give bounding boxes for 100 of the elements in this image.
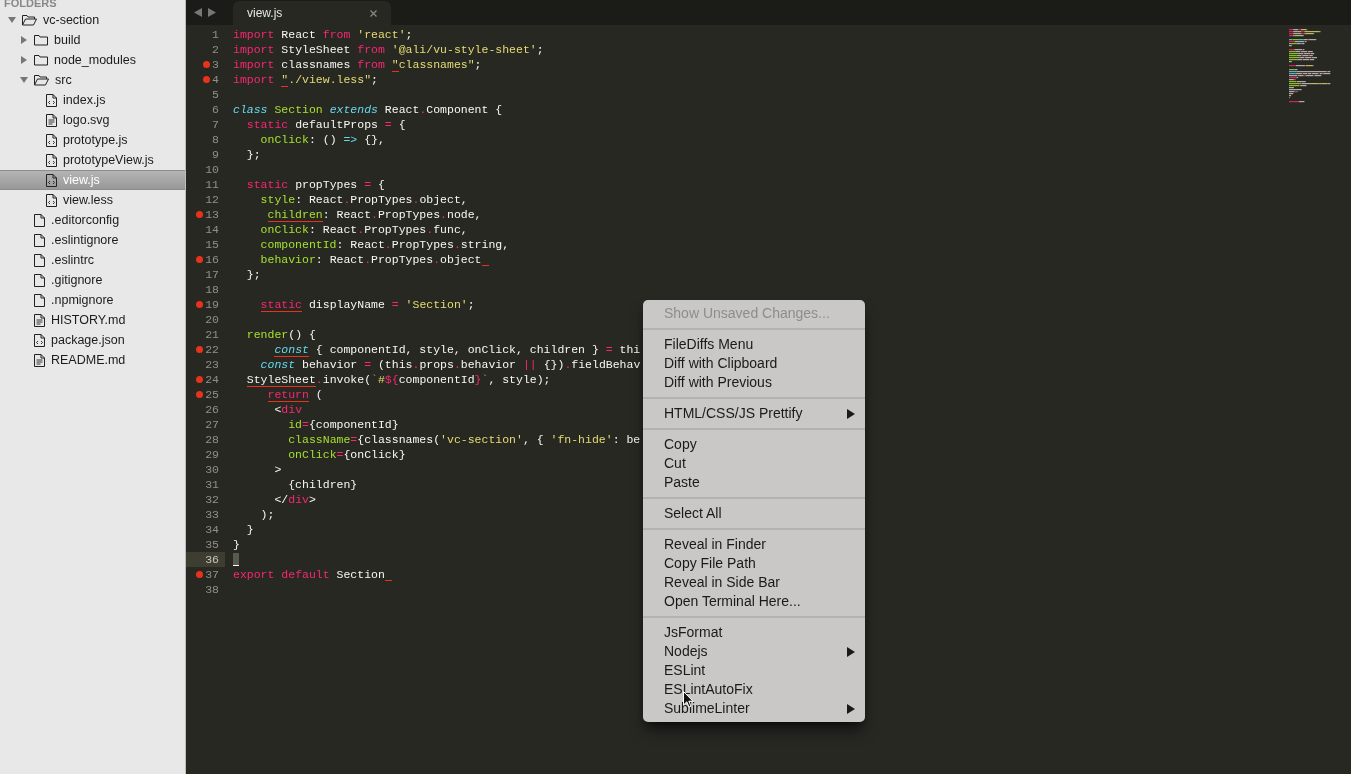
code-line: render() { — [245, 327, 316, 342]
collapsed-arrow-icon[interactable] — [20, 56, 28, 64]
code-line: const behavior = (this.props.behavior || {}).fieldBehav — [259, 357, 641, 372]
code-line: style: React.PropTypes.object, — [259, 192, 468, 207]
line-number: 15 — [205, 237, 219, 252]
file-item[interactable]: .eslintrc — [0, 250, 185, 270]
menu-item[interactable]: Select All — [643, 504, 865, 523]
file-icon — [34, 213, 45, 227]
file-item[interactable]: .gitignore — [0, 270, 185, 290]
code-line: children: React.PropTypes.node, — [266, 207, 482, 222]
code-file-icon — [46, 193, 57, 207]
menu-item[interactable]: Diff with Previous — [643, 373, 865, 392]
submenu-arrow-icon — [847, 646, 855, 657]
code-line: return ( — [266, 387, 323, 402]
code-file-icon — [46, 153, 57, 167]
line-number: 7 — [212, 117, 219, 132]
code-line: <div — [273, 402, 303, 417]
code-file-icon — [46, 133, 57, 147]
submenu-arrow-icon — [847, 408, 855, 419]
line-number: 2 — [212, 42, 219, 57]
line-number: 27 — [205, 417, 219, 432]
collapsed-arrow-icon[interactable] — [20, 36, 28, 44]
menu-item[interactable]: Cut — [643, 454, 865, 473]
line-number: 37 — [205, 567, 219, 582]
line-number: 36 — [205, 552, 219, 567]
line-number: 5 — [212, 87, 219, 102]
code-line: className={classnames('vc-section', { 'fn-hide': be — [287, 432, 641, 447]
menu-item[interactable]: Copy File Path — [643, 554, 865, 573]
text-file-icon — [46, 113, 57, 127]
line-number: 3 — [212, 57, 219, 72]
menu-item[interactable]: SublimeLinter — [643, 699, 865, 718]
expanded-arrow-icon[interactable] — [8, 16, 16, 24]
line-number: 29 — [205, 447, 219, 462]
file-item[interactable]: logo.svg — [0, 110, 185, 130]
file-item[interactable]: .eslintignore — [0, 230, 185, 250]
menu-item[interactable]: Diff with Clipboard — [643, 354, 865, 373]
line-number: 34 — [205, 522, 219, 537]
menu-item[interactable]: FileDiffs Menu — [643, 335, 865, 354]
back-arrow-icon[interactable] — [194, 8, 202, 17]
folder-item[interactable]: vc-section — [0, 10, 185, 30]
line-number: 17 — [205, 267, 219, 282]
text-file-icon — [34, 353, 45, 367]
file-item[interactable]: view.less — [0, 190, 185, 210]
code-line: }; — [245, 267, 261, 282]
line-number: 8 — [212, 132, 219, 147]
menu-item[interactable]: Open Terminal Here... — [643, 592, 865, 611]
menu-item[interactable]: Reveal in Finder — [643, 535, 865, 554]
menu-item[interactable]: Copy — [643, 435, 865, 454]
line-number: 20 — [205, 312, 219, 327]
line-number: 1 — [212, 27, 219, 42]
code-line: export default Section — [233, 567, 385, 582]
line-number: 16 — [205, 252, 219, 267]
code-line: import "./view.less"; — [233, 72, 378, 87]
line-number: 24 — [205, 372, 219, 387]
editor-tab[interactable]: view.js — [233, 1, 391, 25]
line-number: 38 — [205, 582, 219, 597]
line-number: 19 — [205, 297, 219, 312]
open-folder-icon — [34, 74, 49, 86]
code-line: {children} — [287, 477, 358, 492]
file-item[interactable]: prototypeView.js — [0, 150, 185, 170]
menu-item[interactable]: Nodejs — [643, 642, 865, 661]
code-line: import React from 'react'; — [233, 27, 413, 42]
code-line: onClick={onClick} — [287, 447, 406, 462]
file-item[interactable]: index.js — [0, 90, 185, 110]
file-item[interactable]: README.md — [0, 350, 185, 370]
menu-item[interactable]: ESLint — [643, 661, 865, 680]
line-number: 23 — [205, 357, 219, 372]
file-icon — [34, 293, 45, 307]
line-number: 33 — [205, 507, 219, 522]
line-number: 12 — [205, 192, 219, 207]
line-number: 28 — [205, 432, 219, 447]
expanded-arrow-icon[interactable] — [20, 76, 28, 84]
code-line: static displayName = 'Section'; — [259, 297, 475, 312]
menu-item[interactable]: Reveal in Side Bar — [643, 573, 865, 592]
code-line: class Section extends React.Component { — [233, 102, 503, 117]
menu-item[interactable]: JsFormat — [643, 623, 865, 642]
text-cursor — [233, 553, 239, 566]
folder-icon — [34, 54, 48, 66]
code-line: } — [233, 537, 240, 552]
file-item[interactable]: .editorconfig — [0, 210, 185, 230]
folder-item[interactable]: build — [0, 30, 185, 50]
code-line: } — [245, 522, 254, 537]
menu-item[interactable]: HTML/CSS/JS Prettify — [643, 404, 865, 423]
code-line: const { componentId, style, onClick, children } = thi — [273, 342, 641, 357]
menu-item[interactable]: Paste — [643, 473, 865, 492]
code-line: componentId: React.PropTypes.string, — [259, 237, 510, 252]
submenu-arrow-icon — [847, 703, 855, 714]
file-item[interactable]: package.json — [0, 330, 185, 350]
file-item[interactable]: .npmignore — [0, 290, 185, 310]
folder-item[interactable]: src — [0, 70, 185, 90]
file-item[interactable]: HISTORY.md — [0, 310, 185, 330]
code-file-icon — [34, 333, 45, 347]
menu-item[interactable]: ESLintAutoFix — [643, 680, 865, 699]
close-icon[interactable] — [370, 9, 377, 17]
code-line: static propTypes = { — [245, 177, 385, 192]
forward-arrow-icon[interactable] — [208, 8, 216, 17]
file-item[interactable]: prototype.js — [0, 130, 185, 150]
folder-item[interactable]: node_modules — [0, 50, 185, 70]
code-line: }; — [245, 147, 261, 162]
code-line: </div> — [273, 492, 316, 507]
